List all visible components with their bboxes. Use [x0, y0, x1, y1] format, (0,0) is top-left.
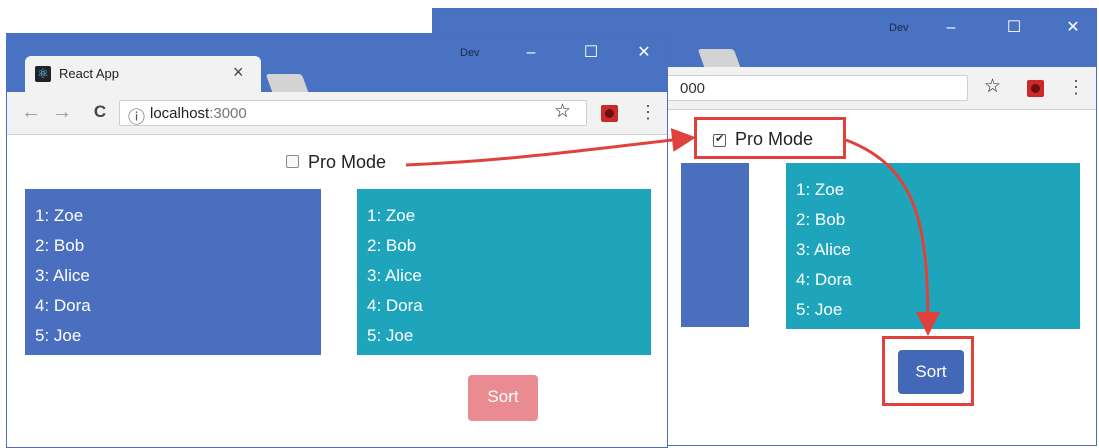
react-logo-icon: ⚛ — [35, 66, 51, 82]
pro-mode-highlight-box — [694, 117, 846, 159]
list-item: 5: Joe — [796, 300, 843, 319]
site-info-icon[interactable]: ⓘ — [128, 103, 145, 128]
list-item: 3: Alice — [35, 266, 90, 285]
back-bookmark-star-icon[interactable]: ☆ — [984, 76, 1001, 98]
list-item: 4: Dora — [796, 270, 852, 289]
front-left-list-panel: 1: Zoe 2: Bob 3: Alice 4: Dora 5: Joe — [25, 189, 321, 355]
list-item: 5: Joe — [367, 326, 414, 345]
list-item: 4: Dora — [367, 296, 423, 315]
back-arrow-icon[interactable]: ← — [21, 100, 41, 124]
list-item: 2: Bob — [367, 236, 417, 255]
front-title-bar: ⚛ React App × Dev – ☐ ✕ — [7, 34, 667, 92]
back-url-text: 000 — [680, 80, 706, 97]
front-close-icon[interactable]: ✕ — [629, 42, 659, 64]
back-minimize-icon[interactable]: – — [936, 17, 966, 39]
tab-react-app[interactable]: ⚛ React App × — [25, 56, 261, 92]
front-pro-mode-label: Pro Mode — [308, 152, 387, 172]
back-right-list-panel: 1: Zoe 2: Bob 3: Alice 4: Dora 5: Joe — [786, 163, 1080, 329]
front-browser-window: ⚛ React App × Dev – ☐ ✕ ← → C ⓘ localhos… — [6, 33, 668, 448]
url-host: localhost — [150, 105, 210, 122]
back-close-icon[interactable]: ✕ — [1058, 17, 1088, 39]
tab-title: React App — [59, 66, 119, 81]
back-extension-icon[interactable] — [1027, 80, 1044, 97]
list-item: 2: Bob — [796, 210, 846, 229]
url-text: localhost:3000 — [150, 105, 247, 122]
back-menu-icon[interactable]: ⋮ — [1067, 76, 1085, 98]
back-left-list-panel — [681, 163, 749, 327]
list-item: 3: Alice — [796, 240, 851, 259]
forward-arrow-icon[interactable]: → — [52, 100, 72, 124]
back-profile-label: Dev — [889, 22, 909, 34]
front-menu-icon[interactable]: ⋮ — [639, 101, 657, 123]
front-minimize-icon[interactable]: – — [516, 42, 546, 64]
list-item: 1: Zoe — [796, 180, 845, 199]
front-bookmark-star-icon[interactable]: ☆ — [554, 101, 571, 123]
list-item: 2: Bob — [35, 236, 85, 255]
front-address-bar[interactable]: ⓘ localhost:3000 ☆ — [119, 100, 587, 128]
back-maximize-icon[interactable]: ☐ — [999, 17, 1029, 39]
reload-icon[interactable]: C — [90, 100, 110, 124]
list-item: 3: Alice — [367, 266, 422, 285]
front-extension-icon[interactable] — [601, 105, 618, 122]
list-item: 1: Zoe — [367, 206, 416, 225]
list-item: 4: Dora — [35, 296, 91, 315]
front-right-list-panel: 1: Zoe 2: Bob 3: Alice 4: Dora 5: Joe — [357, 189, 651, 355]
sort-button-highlight-box — [882, 336, 974, 406]
front-maximize-icon[interactable]: ☐ — [576, 42, 606, 64]
front-toolbar: ← → C ⓘ localhost:3000 ☆ ⋮ — [7, 92, 667, 135]
list-item: 5: Joe — [35, 326, 82, 345]
front-new-tab-button[interactable] — [265, 74, 309, 92]
tab-close-icon[interactable]: × — [233, 62, 244, 83]
front-profile-label: Dev — [460, 47, 480, 59]
list-item: 1: Zoe — [35, 206, 84, 225]
front-sort-button-disabled: Sort — [468, 375, 538, 421]
url-port: :3000 — [209, 105, 247, 122]
back-new-tab-button[interactable] — [697, 49, 741, 67]
front-pro-mode-checkbox[interactable] — [286, 155, 299, 168]
